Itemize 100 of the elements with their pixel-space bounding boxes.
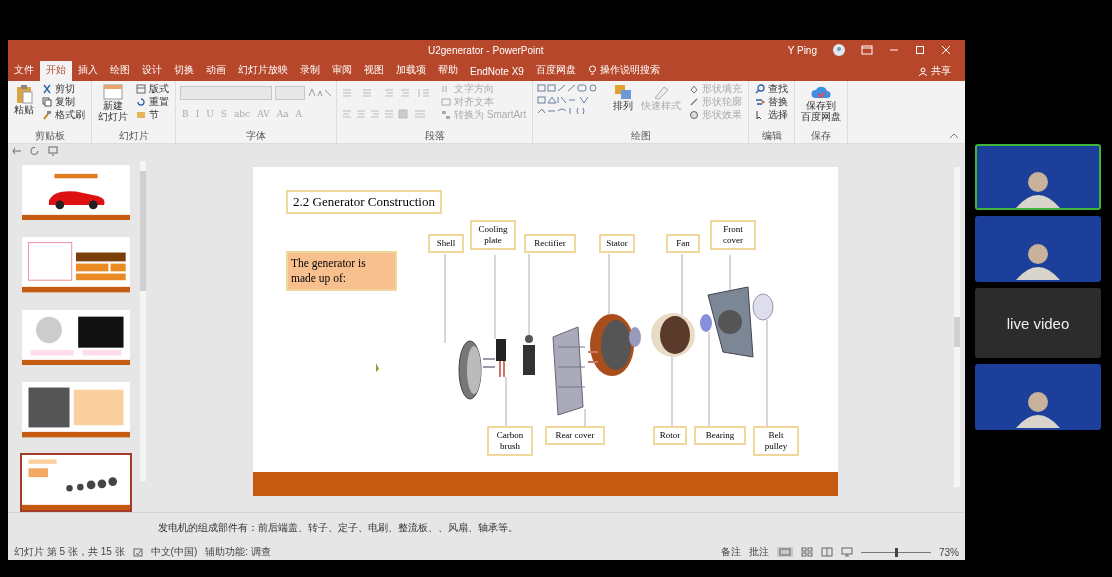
close-icon[interactable] <box>941 45 951 55</box>
reading-view-icon[interactable] <box>821 547 833 557</box>
ribbon-tab[interactable]: 插入 <box>72 61 104 81</box>
undo-icon[interactable] <box>12 145 22 156</box>
part-label: Front cover <box>710 220 756 250</box>
ribbon-tab[interactable]: 文件 <box>8 61 40 81</box>
ribbon-tab[interactable]: 设计 <box>136 61 168 81</box>
scrollbar[interactable] <box>954 167 960 487</box>
command-icon[interactable] <box>689 84 700 94</box>
group-label: 保存 <box>810 130 833 143</box>
normal-view-icon[interactable] <box>777 547 793 557</box>
person-icon[interactable] <box>919 66 928 76</box>
command-icon[interactable] <box>689 97 700 107</box>
ribbon-tab[interactable]: 绘图 <box>104 61 136 81</box>
paintbrush-icon[interactable] <box>42 110 52 120</box>
copy-icon[interactable] <box>42 97 52 107</box>
part-label: Stator <box>599 234 635 253</box>
slide-thumbnail[interactable] <box>20 163 132 223</box>
ribbon-tab[interactable]: 开始 <box>40 61 72 81</box>
ribbon-command[interactable]: 重置 <box>134 96 171 108</box>
group-label: 段落 <box>423 130 446 143</box>
video-tile[interactable] <box>975 216 1101 282</box>
video-tile[interactable]: live video <box>975 288 1101 358</box>
ribbon-tab[interactable]: 审阅 <box>326 61 358 81</box>
zoom-level[interactable]: 73% <box>939 546 959 558</box>
slide-thumbnail[interactable] <box>20 452 132 513</box>
present-icon[interactable] <box>48 145 58 156</box>
part-label: Rear cover <box>545 426 605 445</box>
ribbon-tab[interactable]: 百度网盘 <box>529 61 582 81</box>
ribbon-command[interactable]: 查找 <box>753 83 791 95</box>
command-icon[interactable] <box>755 84 766 94</box>
scrollbar[interactable] <box>140 161 146 481</box>
font-name-field[interactable] <box>180 86 272 100</box>
ribbon-display-icon[interactable] <box>861 45 873 55</box>
slide-thumbnail[interactable] <box>20 380 132 440</box>
paste-button[interactable]: 粘贴 <box>12 83 36 130</box>
accessibility-status[interactable]: 辅助功能: 调查 <box>205 545 271 559</box>
slide-title: 2.2 Generator Construction <box>286 190 442 214</box>
ribbon-command[interactable]: 替换 <box>753 96 791 108</box>
leader-line <box>608 253 610 315</box>
lightbulb-icon[interactable] <box>587 64 597 76</box>
ribbon-command[interactable]: 格式刷 <box>40 109 87 121</box>
save-to-cloud-button[interactable]: 保存到 百度网盘 <box>799 83 844 130</box>
part-label: Fan <box>666 234 700 253</box>
avatar-icon[interactable] <box>833 44 845 56</box>
leader-line <box>671 356 673 427</box>
ribbon-tab[interactable]: 视图 <box>358 61 390 81</box>
group-label: 编辑 <box>760 130 783 143</box>
ribbon-command[interactable]: 节 <box>134 109 171 121</box>
ribbon-tab[interactable]: 录制 <box>294 61 326 81</box>
video-tile[interactable] <box>975 144 1101 210</box>
group-label: 绘图 <box>629 130 652 143</box>
video-tile[interactable] <box>975 364 1101 430</box>
notes-button[interactable]: 备注 <box>721 545 741 559</box>
ribbon-tab[interactable]: 帮助 <box>432 61 464 81</box>
ribbon-command[interactable]: 剪切 <box>40 83 87 95</box>
group-label: 字体 <box>245 130 267 143</box>
part-label: Belt pulley <box>753 426 799 456</box>
cloud-icon[interactable] <box>811 84 832 100</box>
slide-icon[interactable] <box>103 84 123 100</box>
leader-line <box>505 376 507 427</box>
clipboard-icon[interactable] <box>15 84 33 104</box>
ribbon-command[interactable]: 版式 <box>134 83 171 95</box>
language-label[interactable]: 中文(中国) <box>150 545 198 559</box>
part-label: Carbon brush <box>487 426 533 456</box>
command-icon[interactable] <box>689 110 700 120</box>
share-button[interactable]: 共享 <box>919 64 951 78</box>
redo-icon[interactable] <box>30 145 40 156</box>
part-label: Bearing <box>694 426 746 445</box>
slide-thumbnail[interactable] <box>20 307 132 368</box>
font-size-icon[interactable] <box>308 88 332 98</box>
part-label: Rotor <box>653 426 687 445</box>
slideshow-icon[interactable] <box>841 547 853 557</box>
speaker-notes[interactable]: 发电机的组成部件有：前后端盖、转子、定子、电刷、整流板、、风扇、轴承等。 <box>158 521 965 535</box>
comments-button[interactable]: 批注 <box>749 545 769 559</box>
slide-sorter-icon[interactable] <box>801 547 813 557</box>
ribbon-tab[interactable]: 动画 <box>200 61 232 81</box>
ribbon-command[interactable]: 复制 <box>40 96 87 108</box>
search-hint[interactable]: 操作说明搜索 <box>599 63 660 77</box>
scissors-icon[interactable] <box>42 84 52 94</box>
slide-thumbnail[interactable] <box>20 235 132 295</box>
font-size-field[interactable] <box>275 86 305 100</box>
spellcheck-icon[interactable] <box>132 547 143 557</box>
part-label: Rectifier <box>524 234 576 253</box>
maximize-icon[interactable] <box>915 45 925 55</box>
collapse-ribbon-icon[interactable] <box>949 132 959 140</box>
group-label: 剪贴板 <box>33 130 66 143</box>
ribbon-tab[interactable]: 加载项 <box>390 61 432 81</box>
ribbon-tab[interactable]: 切换 <box>168 61 200 81</box>
ribbon-tab[interactable]: 幻灯片放映 <box>232 61 294 81</box>
video-label: live video <box>1006 314 1070 332</box>
mouse-cursor-icon <box>376 363 381 373</box>
leader-line <box>681 253 683 316</box>
pen-icon[interactable] <box>652 84 671 100</box>
ribbon-command[interactable]: 选择 <box>753 109 791 121</box>
user-name: Y Ping <box>787 44 817 56</box>
layers-icon[interactable] <box>614 84 633 100</box>
new-slide-button[interactable]: 新建 幻灯片 <box>96 83 130 130</box>
ribbon-tab[interactable]: EndNote X9 <box>464 64 530 81</box>
arrange-button[interactable]: 排列 <box>611 83 636 130</box>
